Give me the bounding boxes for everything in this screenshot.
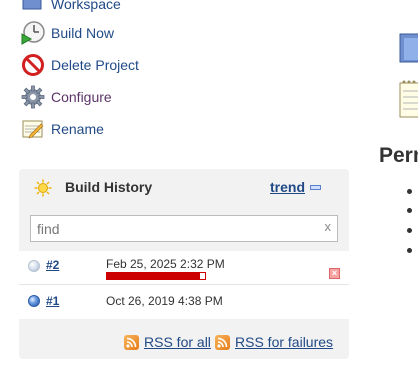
build-history-title: Build History — [65, 179, 153, 195]
gear-icon — [20, 84, 46, 110]
build-row: #1 Oct 26, 2019 4:38 PM — [19, 284, 349, 319]
build-history-header: Build History trend — [19, 169, 349, 205]
task-label: Workspace — [51, 0, 121, 12]
build-date: Feb 25, 2025 2:32 PM — [106, 257, 225, 271]
task-workspace[interactable]: Workspace — [20, 0, 220, 17]
build-date: Oct 26, 2019 4:38 PM — [106, 294, 223, 308]
task-label: Delete Project — [51, 57, 139, 73]
folder-icon — [20, 0, 46, 17]
build-search-input[interactable] — [37, 220, 307, 238]
build-history-widget: Build History trend x #2 Feb 25, 2025 2:… — [19, 169, 349, 359]
build-progress-bar[interactable] — [106, 272, 206, 280]
build-progress-fill — [107, 273, 201, 279]
notepad-pencil-icon — [20, 116, 46, 142]
list-bullet — [407, 189, 412, 194]
list-bullet — [407, 228, 412, 233]
cancel-build-button[interactable]: × — [329, 268, 340, 279]
clear-search-button[interactable]: x — [325, 219, 332, 234]
rss-all-label: RSS for all — [144, 334, 211, 350]
rss-failures-label: RSS for failures — [235, 334, 334, 350]
list-bullet — [407, 248, 412, 253]
permalinks-heading: Perm — [379, 144, 418, 167]
list-bullet — [407, 208, 412, 213]
collapse-button[interactable] — [310, 185, 321, 190]
build-row: #2 Feb 25, 2025 2:32 PM × — [19, 251, 349, 285]
folder-icon[interactable] — [399, 30, 418, 66]
task-build-now[interactable]: Build Now — [20, 20, 220, 46]
build-clock-icon — [20, 20, 46, 46]
task-label: Configure — [51, 89, 112, 105]
trend-link[interactable]: trend — [270, 179, 305, 195]
rss-icon — [124, 334, 139, 350]
rss-failures-link[interactable]: RSS for failures — [215, 333, 333, 351]
rss-all-link[interactable]: RSS for all — [124, 333, 211, 351]
notepad-icon[interactable] — [399, 77, 418, 119]
build-status-pending-icon — [28, 260, 40, 272]
close-icon: × — [331, 268, 338, 278]
task-label: Build Now — [51, 25, 115, 41]
rss-icon — [215, 334, 230, 350]
task-label: Rename — [51, 121, 104, 137]
task-configure[interactable]: Configure — [20, 84, 220, 110]
task-delete-project[interactable]: Delete Project — [20, 52, 220, 78]
build-search-box: x — [30, 215, 338, 242]
task-rename[interactable]: Rename — [20, 116, 220, 142]
build-status-success-icon — [28, 295, 40, 307]
no-entry-icon — [20, 52, 46, 78]
sun-icon — [34, 179, 52, 197]
build-number-link[interactable]: #2 — [46, 258, 59, 272]
build-number-link[interactable]: #1 — [46, 294, 59, 308]
